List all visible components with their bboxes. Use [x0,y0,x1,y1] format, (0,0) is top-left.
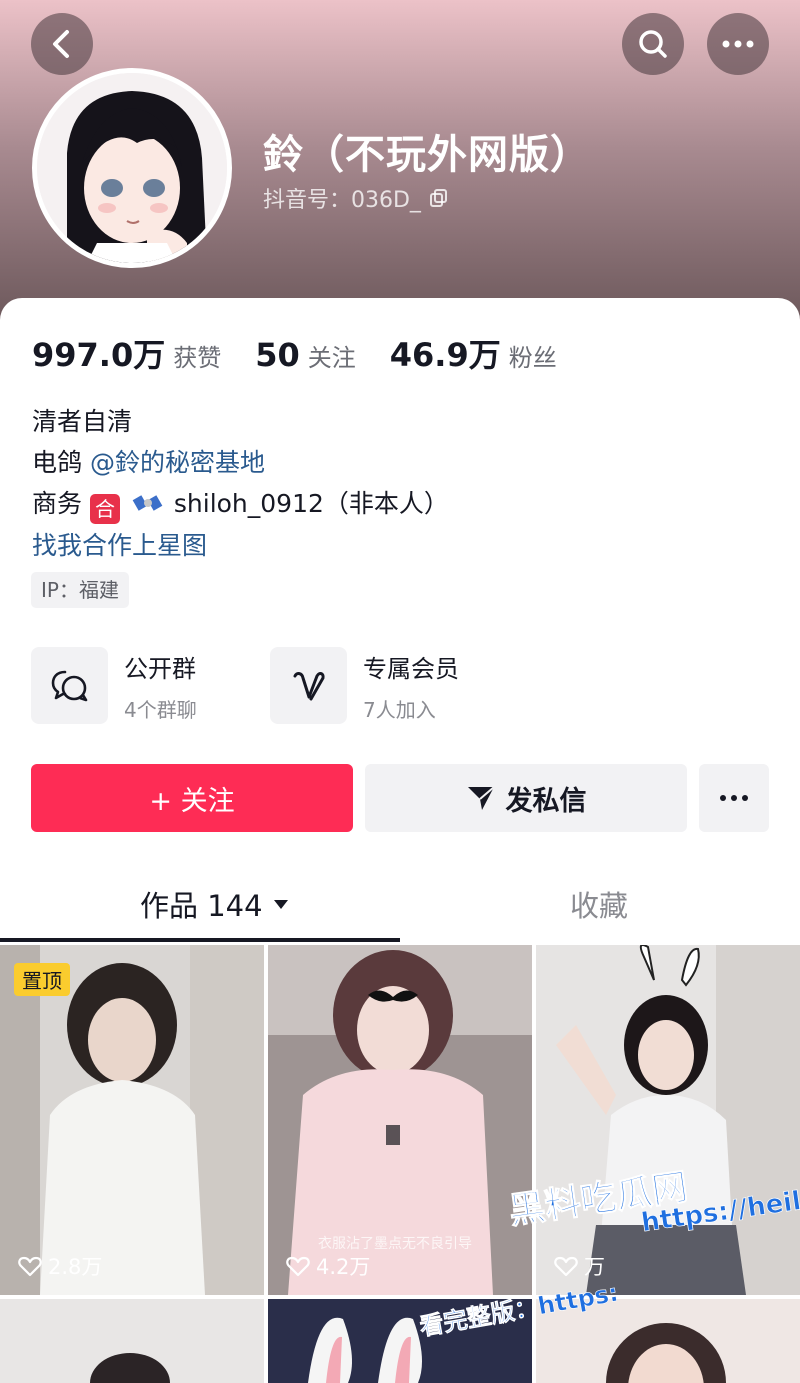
tab-works[interactable]: 作品 144 [140,883,289,925]
heart-outline-icon [286,1256,310,1277]
stat-likes[interactable]: 997.0万 获赞 [32,330,221,376]
tab-works-label: 作品 144 [140,889,263,923]
heart-v-icon [293,671,325,700]
stat-followers[interactable]: 46.9万 粉丝 [390,330,557,376]
more-dots-icon [722,40,754,48]
douyin-id[interactable]: 抖音号：036D_ [263,182,449,214]
send-message-button[interactable]: 发私信 [365,764,687,832]
ip-location-tag: IP：福建 [31,572,129,608]
send-message-label: 发私信 [505,785,587,817]
heart-outline-icon [554,1256,578,1277]
pinned-badge: 置顶 [14,963,70,996]
cooperation-badge: 合 [89,494,120,524]
avatar[interactable] [32,68,232,268]
bio-text: 电鸽 [32,448,83,477]
bio-text: 商务 [32,489,83,518]
paper-plane-icon [467,786,495,810]
stat-value: 50 [255,336,300,374]
chevron-left-icon [53,30,69,58]
stat-label: 获赞 [173,344,222,372]
entry-icon-box [31,647,108,724]
like-count: 2.8万 [18,1251,102,1281]
entry-subtitle: 4个群聊 [124,697,197,722]
video-tile[interactable] [0,1299,264,1383]
like-count: 4.2万 [286,1251,370,1281]
entry-icon-box [270,647,347,724]
chat-bubbles-icon [51,670,87,701]
stat-label: 粉丝 [508,344,557,372]
copy-icon[interactable] [429,188,449,208]
star-map-link[interactable]: 找我合作上星图 [32,526,207,562]
tab-active-indicator [0,938,400,942]
bio-line: 商务 合 shiloh_0912（非本人） [32,484,449,524]
entry-title: 专属会员 [363,654,459,683]
stat-value: 997.0万 [32,336,166,374]
back-button[interactable] [31,13,93,75]
profile-header: 鈴（不玩外网版） 抖音号：036D_ [0,0,800,330]
nickname: 鈴（不玩外网版） [263,132,591,178]
caret-down-icon [273,900,288,909]
more-options-button[interactable] [707,13,769,75]
public-group-entry[interactable]: 公开群 4个群聊 [31,647,197,724]
video-tile[interactable]: 置顶 2.8万 [0,945,264,1295]
entry-subtitle: 7人加入 [363,697,436,722]
video-tile[interactable]: 万 [536,945,800,1295]
bio-line: 电鸽 @鈴的秘密基地 [32,443,265,479]
video-tile[interactable]: 衣服沾了墨点无不良引导 4.2万 [268,945,532,1295]
anime-avatar-image [37,73,227,263]
satellite-emoji-icon [132,495,163,511]
follow-button[interactable]: + 关注 [31,764,353,832]
search-icon [639,30,667,58]
video-thumbnail [0,945,264,1295]
more-actions-button[interactable] [699,764,769,832]
video-thumbnail [0,1299,264,1383]
stat-label: 关注 [307,344,356,372]
video-caption: 衣服沾了墨点无不良引导 [318,1236,472,1252]
entry-title: 公开群 [124,654,196,683]
bio-text: shiloh_0912（非本人） [173,489,449,518]
mention-link[interactable]: @鈴的秘密基地 [90,448,265,477]
douyin-id-text: 抖音号：036D_ [263,188,421,213]
like-count-value: 4.2万 [316,1255,371,1279]
more-dots-icon [720,795,748,801]
exclusive-member-entry[interactable]: 专属会员 7人加入 [270,647,459,724]
stat-value: 46.9万 [389,336,501,374]
heart-outline-icon [18,1256,42,1277]
stat-following[interactable]: 50 关注 [255,336,356,374]
stats-row: 997.0万 获赞 50 关注 46.9万 粉丝 [32,330,591,376]
bio-line: 清者自清 [32,407,133,436]
tab-collect[interactable]: 收藏 [570,883,628,925]
like-count-value: 2.8万 [48,1255,103,1279]
search-button[interactable] [622,13,684,75]
video-thumbnail [536,945,800,1295]
